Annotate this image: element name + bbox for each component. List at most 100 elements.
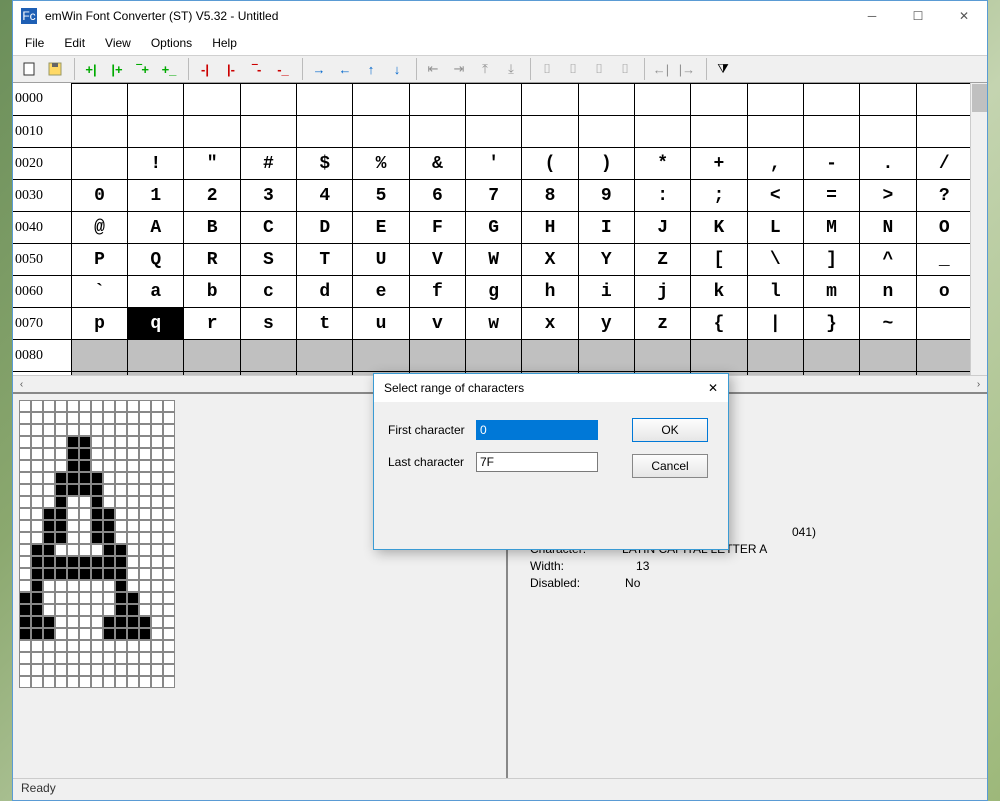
char-cell[interactable]: C (240, 212, 296, 244)
pixel[interactable] (151, 448, 163, 460)
pixel[interactable] (151, 652, 163, 664)
char-cell[interactable]: " (184, 148, 240, 180)
pixel[interactable] (163, 448, 175, 460)
pixel[interactable] (31, 580, 43, 592)
pixel[interactable] (127, 616, 139, 628)
pixel[interactable] (163, 496, 175, 508)
arrow-right-icon[interactable]: → (307, 58, 331, 80)
char-cell[interactable]: K (691, 212, 747, 244)
pixel[interactable] (139, 544, 151, 556)
pixel[interactable] (115, 628, 127, 640)
pixel[interactable] (19, 640, 31, 652)
pixel[interactable] (163, 400, 175, 412)
pixel[interactable] (55, 592, 67, 604)
pixel[interactable] (163, 520, 175, 532)
pixel[interactable] (115, 616, 127, 628)
char-cell[interactable]: 0 (71, 180, 127, 212)
char-cell[interactable] (353, 340, 409, 372)
pixel[interactable] (127, 412, 139, 424)
char-cell[interactable]: A (128, 212, 184, 244)
char-cell[interactable]: : (634, 180, 690, 212)
char-cell[interactable] (128, 116, 184, 148)
pixel[interactable] (139, 640, 151, 652)
pixel[interactable] (163, 604, 175, 616)
char-cell[interactable]: 9 (578, 180, 634, 212)
pixel[interactable] (43, 436, 55, 448)
char-cell[interactable]: z (634, 308, 690, 340)
char-cell[interactable]: c (240, 276, 296, 308)
char-cell[interactable] (71, 340, 127, 372)
char-cell[interactable]: , (747, 148, 803, 180)
pixel[interactable] (139, 568, 151, 580)
pixel[interactable] (31, 568, 43, 580)
pixel[interactable] (103, 496, 115, 508)
pixel[interactable] (163, 424, 175, 436)
char-cell[interactable]: d (297, 276, 353, 308)
pixel[interactable] (79, 436, 91, 448)
pixel[interactable] (19, 400, 31, 412)
pixel[interactable] (115, 568, 127, 580)
pixel[interactable] (163, 676, 175, 688)
char-rem-2-icon[interactable]: |- (219, 58, 243, 80)
pixel[interactable] (115, 676, 127, 688)
pixel[interactable] (31, 412, 43, 424)
pixel[interactable] (19, 592, 31, 604)
pixel[interactable] (139, 496, 151, 508)
vertical-scrollbar[interactable] (970, 83, 987, 375)
pixel[interactable] (103, 580, 115, 592)
pixel[interactable] (103, 484, 115, 496)
pixel[interactable] (67, 484, 79, 496)
pixel[interactable] (163, 508, 175, 520)
char-add-4-icon[interactable]: +_ (157, 58, 181, 80)
pixel[interactable] (91, 568, 103, 580)
pixel[interactable] (19, 580, 31, 592)
pixel[interactable] (163, 616, 175, 628)
pixel[interactable] (55, 508, 67, 520)
pixel[interactable] (43, 460, 55, 472)
pixel[interactable] (43, 472, 55, 484)
char-rem-4-icon[interactable]: -_ (271, 58, 295, 80)
pixel[interactable] (91, 592, 103, 604)
char-cell[interactable]: ! (128, 148, 184, 180)
char-cell[interactable] (409, 116, 465, 148)
pixel[interactable] (55, 472, 67, 484)
pixel[interactable] (43, 616, 55, 628)
close-button[interactable]: ✕ (941, 1, 987, 31)
pixel[interactable] (55, 604, 67, 616)
char-cell[interactable]: ' (466, 148, 522, 180)
char-cell[interactable] (634, 84, 690, 116)
pixel[interactable] (79, 484, 91, 496)
pixel[interactable] (55, 532, 67, 544)
pixel[interactable] (43, 664, 55, 676)
pixel[interactable] (151, 592, 163, 604)
pixel[interactable] (163, 412, 175, 424)
pixel[interactable] (127, 484, 139, 496)
pixel[interactable] (55, 544, 67, 556)
pixel[interactable] (139, 424, 151, 436)
pixel[interactable] (91, 628, 103, 640)
char-cell[interactable] (240, 340, 296, 372)
pixel[interactable] (127, 568, 139, 580)
char-cell[interactable] (860, 116, 916, 148)
pixel[interactable] (139, 520, 151, 532)
char-cell[interactable] (466, 116, 522, 148)
pixel[interactable] (91, 664, 103, 676)
pixel[interactable] (43, 592, 55, 604)
pixel[interactable] (91, 580, 103, 592)
char-cell[interactable]: 2 (184, 180, 240, 212)
char-cell[interactable]: E (353, 212, 409, 244)
pixel[interactable] (67, 628, 79, 640)
char-cell[interactable]: y (578, 308, 634, 340)
pixel[interactable] (19, 652, 31, 664)
pixel[interactable] (67, 496, 79, 508)
pixel[interactable] (139, 652, 151, 664)
char-cell[interactable]: X (522, 244, 578, 276)
pixel[interactable] (151, 628, 163, 640)
char-cell[interactable]: ) (578, 148, 634, 180)
pixel[interactable] (103, 436, 115, 448)
char-cell[interactable]: l (747, 276, 803, 308)
pixel[interactable] (19, 448, 31, 460)
pixel[interactable] (103, 508, 115, 520)
char-cell[interactable]: _ (916, 244, 972, 276)
char-cell[interactable] (297, 84, 353, 116)
